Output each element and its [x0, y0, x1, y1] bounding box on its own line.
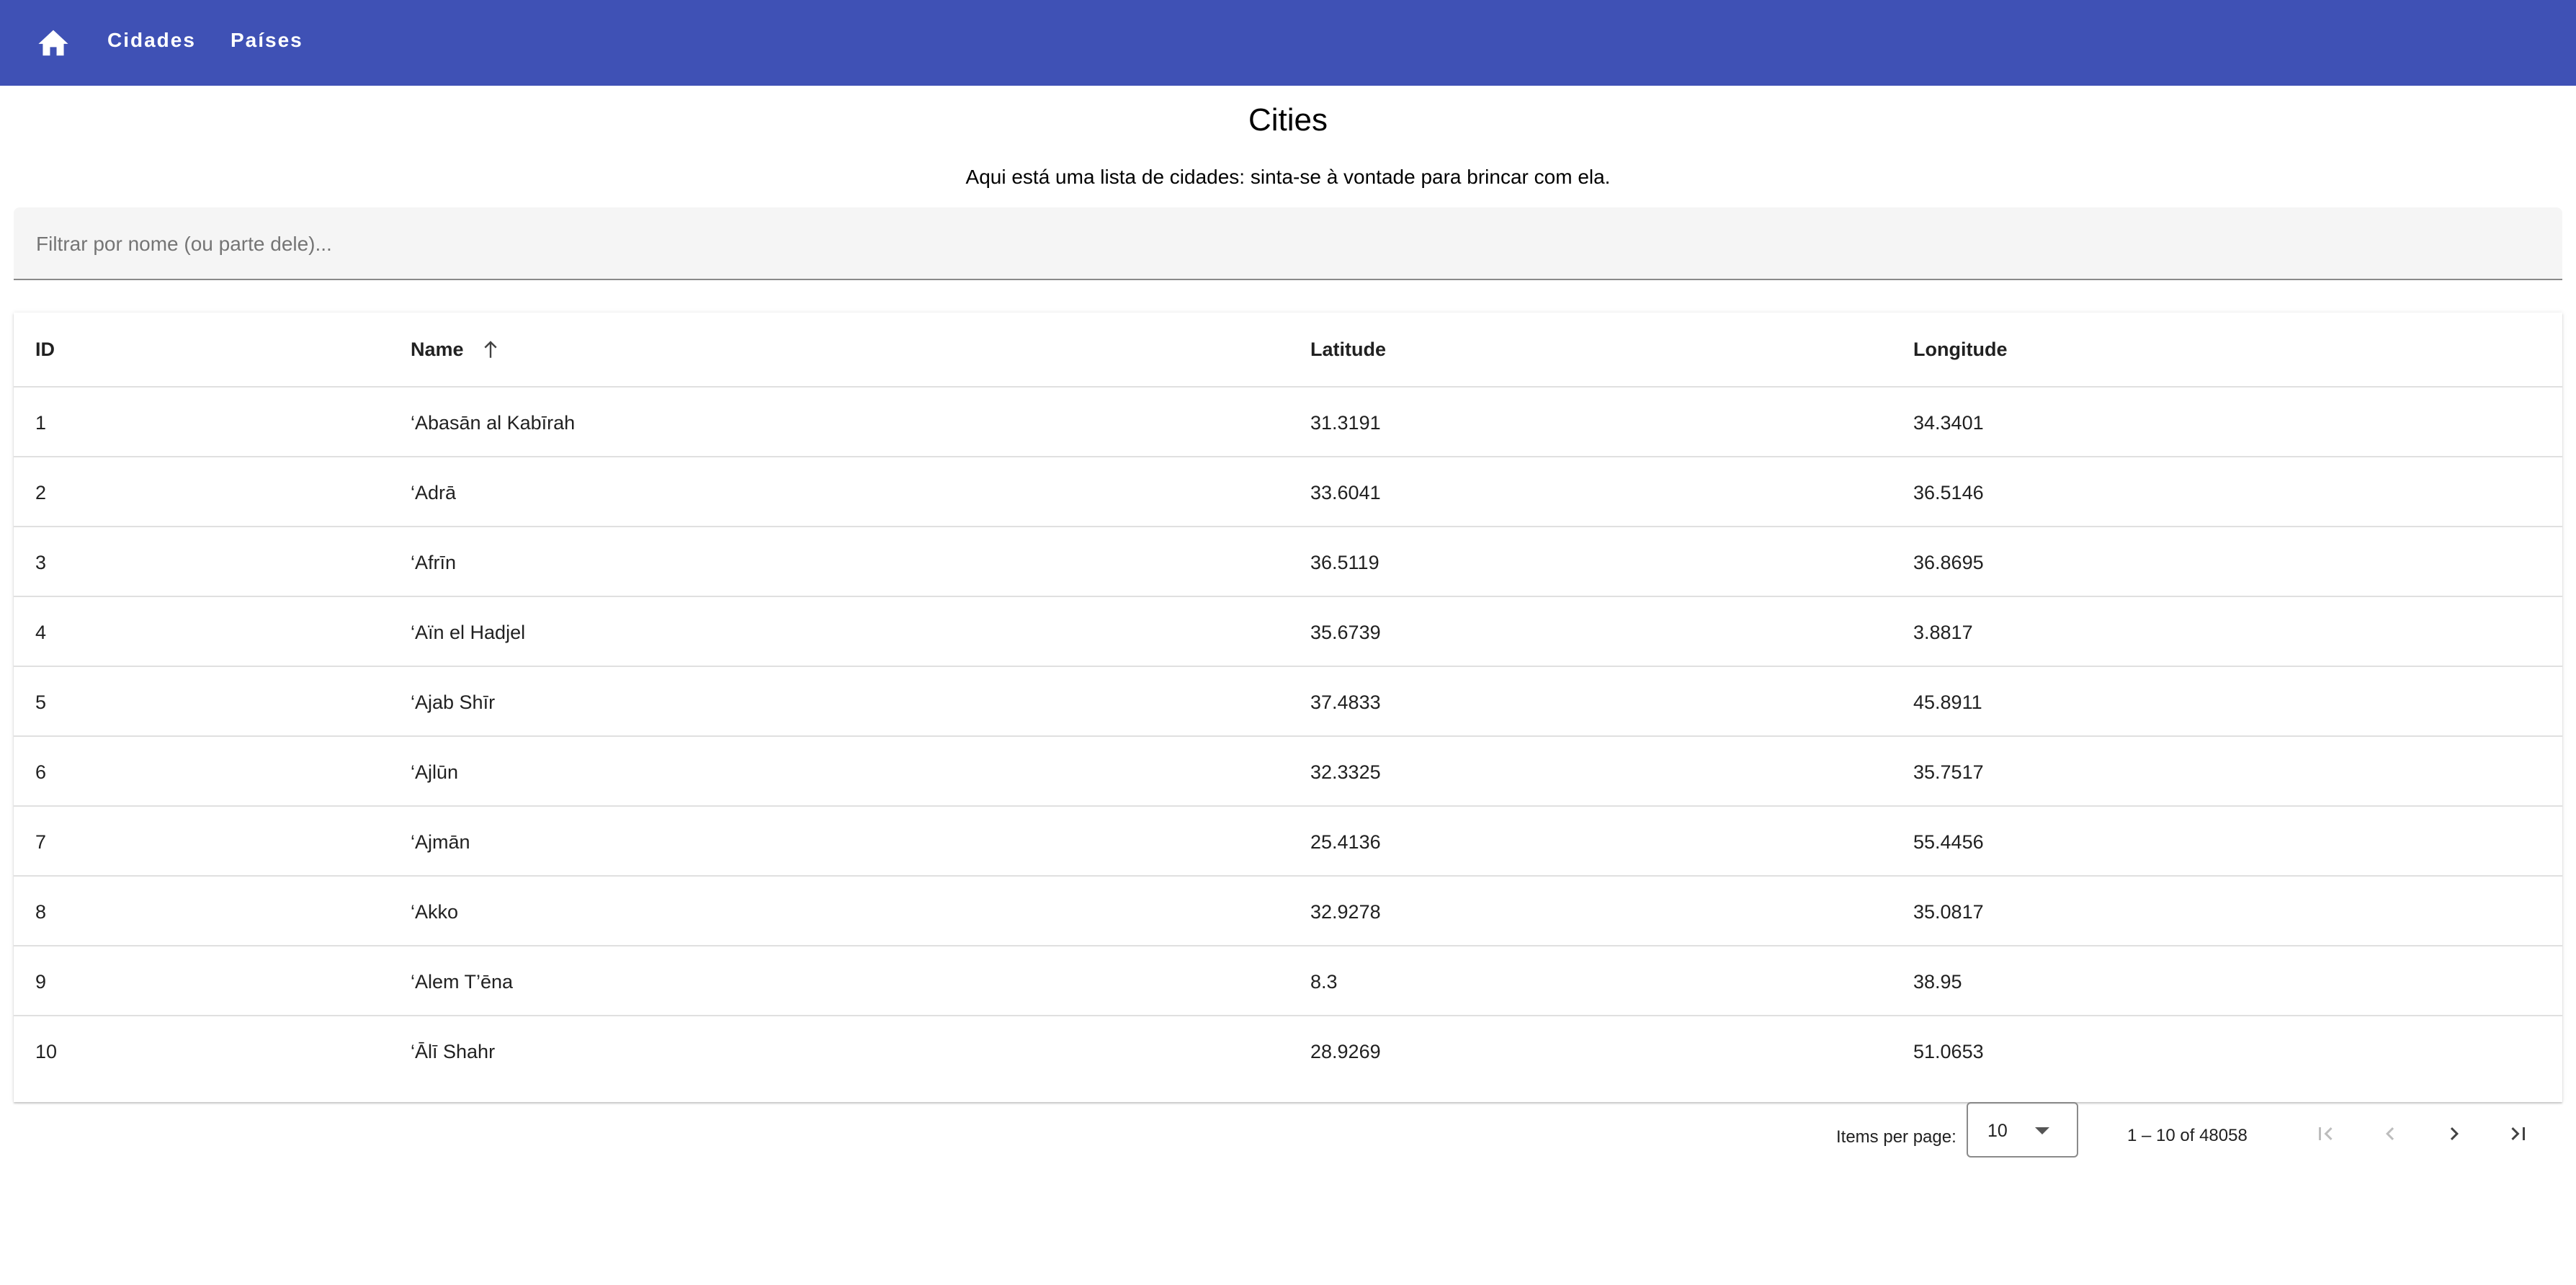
cell-name: ‘Abasān al Kabīrah: [411, 412, 576, 434]
cell-latitude: 31.3191: [1310, 412, 1381, 434]
table-row[interactable]: 1 ‘Abasān al Kabīrah 31.3191 34.3401: [14, 388, 2562, 457]
cell-latitude: 32.9278: [1310, 901, 1381, 923]
cell-id: 10: [35, 1041, 58, 1062]
page-subtitle: Aqui está uma lista de cidades: sinta-se…: [965, 166, 1611, 188]
table-header-row: ID Name Latitude Longitude: [14, 313, 2562, 388]
cell-id: 6: [35, 761, 47, 783]
nav-link-paises[interactable]: Países: [231, 29, 303, 52]
table-row[interactable]: 2 ‘Adrā 33.6041 36.5146: [14, 457, 2562, 527]
previous-page-button[interactable]: [2369, 1112, 2412, 1155]
cell-longitude: 35.0817: [1913, 901, 1984, 923]
cell-id: 8: [35, 901, 47, 923]
cell-latitude: 32.3325: [1310, 761, 1381, 783]
table-row[interactable]: 7 ‘Ajmān 25.4136 55.4456: [14, 807, 2562, 877]
table-row[interactable]: 5 ‘Ajab Shīr 37.4833 45.8911: [14, 667, 2562, 737]
cell-latitude: 28.9269: [1310, 1041, 1381, 1062]
cell-longitude: 36.5146: [1913, 482, 1984, 503]
cell-id: 2: [35, 482, 47, 503]
home-button[interactable]: [35, 24, 72, 61]
table-row[interactable]: 4 ‘Aïn el Hadjel 35.6739 3.8817: [14, 597, 2562, 667]
first-page-icon: [2319, 1127, 2333, 1140]
cell-latitude: 33.6041: [1310, 482, 1381, 503]
cell-id: 5: [35, 691, 47, 713]
cell-name: ‘Afrīn: [411, 552, 457, 573]
cell-name: ‘Ajab Shīr: [411, 691, 496, 713]
range-label: 1 – 10 of 48058: [2127, 1126, 2248, 1145]
cell-name: ‘Alem T’ēna: [411, 971, 514, 993]
column-header-id[interactable]: ID: [35, 339, 55, 361]
table-row[interactable]: 8 ‘Akko 32.9278 35.0817: [14, 877, 2562, 946]
top-toolbar: Cidades Países: [0, 0, 2576, 86]
cell-longitude: 3.8817: [1913, 622, 1973, 643]
last-page-icon: [2511, 1127, 2525, 1140]
cell-id: 1: [35, 412, 47, 434]
table-row[interactable]: 9 ‘Alem T’ēna 8.3 38.95: [14, 946, 2562, 1016]
cell-name: ‘Ajlūn: [411, 761, 459, 783]
cell-longitude: 51.0653: [1913, 1041, 1984, 1062]
column-header-name[interactable]: Name: [411, 339, 464, 361]
dropdown-arrow-icon: [2035, 1127, 2049, 1134]
column-header-longitude[interactable]: Longitude: [1913, 339, 2007, 361]
page-title: Cities: [1248, 102, 1328, 138]
column-header-latitude[interactable]: Latitude: [1310, 339, 1386, 361]
cell-id: 7: [35, 831, 47, 853]
cell-name: ‘Aïn el Hadjel: [411, 622, 526, 643]
sort-ascending-icon[interactable]: [481, 339, 500, 360]
nav-link-cidades[interactable]: Cidades: [107, 29, 196, 52]
home-icon: [38, 30, 68, 56]
table-row[interactable]: 10 ‘Ālī Shahr 28.9269 51.0653: [14, 1016, 2562, 1086]
paginator: Items per page: 10 1 – 10 of 48058: [0, 1102, 2576, 1174]
cell-latitude: 35.6739: [1310, 622, 1381, 643]
cell-longitude: 38.95: [1913, 971, 1962, 993]
cell-longitude: 36.8695: [1913, 552, 1984, 573]
cell-latitude: 8.3: [1310, 971, 1338, 993]
last-page-button[interactable]: [2497, 1112, 2540, 1155]
filter-field: [14, 207, 2562, 280]
cell-latitude: 25.4136: [1310, 831, 1381, 853]
cell-id: 4: [35, 622, 47, 643]
cell-longitude: 45.8911: [1913, 691, 1982, 713]
cell-longitude: 35.7517: [1913, 761, 1984, 783]
page-size-select[interactable]: 10: [1967, 1102, 2078, 1158]
cell-name: ‘Adrā: [411, 482, 457, 503]
next-page-button[interactable]: [2433, 1112, 2476, 1155]
filter-input[interactable]: [35, 229, 2537, 259]
table-row[interactable]: 3 ‘Afrīn 36.5119 36.8695: [14, 527, 2562, 597]
first-page-button[interactable]: [2304, 1112, 2347, 1155]
cities-table: ID Name Latitude Longitude 1 ‘Abasān al …: [14, 313, 2562, 1102]
page-size-value: 10: [1987, 1121, 2008, 1141]
cell-name: ‘Akko: [411, 901, 459, 923]
items-per-page-label: Items per page:: [1836, 1127, 1956, 1147]
cell-latitude: 37.4833: [1310, 691, 1381, 713]
chevron-left-icon: [2386, 1127, 2394, 1140]
table-row[interactable]: 6 ‘Ajlūn 32.3325 35.7517: [14, 737, 2562, 807]
cell-longitude: 34.3401: [1913, 412, 1984, 434]
cell-name: ‘Ajmān: [411, 831, 470, 853]
cell-id: 9: [35, 971, 47, 993]
cell-latitude: 36.5119: [1310, 552, 1379, 573]
cell-name: ‘Ālī Shahr: [411, 1041, 496, 1062]
chevron-right-icon: [2450, 1127, 2459, 1140]
cell-longitude: 55.4456: [1913, 831, 1984, 853]
cell-id: 3: [35, 552, 47, 573]
